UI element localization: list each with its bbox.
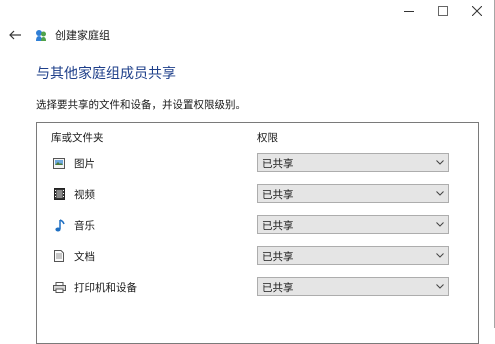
printer-icon [52,280,66,294]
navigation-bar: 创建家庭组 [6,26,110,44]
chevron-down-icon [436,253,444,258]
permission-value-documents: 已共享 [262,251,294,263]
page-heading: 与其他家庭组成员共享 [36,66,176,82]
chevron-down-icon [436,222,444,227]
back-arrow-icon [9,30,21,40]
close-icon [472,6,482,16]
permission-value-pictures: 已共享 [262,158,294,170]
share-row-videos: 视频 已共享 [37,184,478,204]
close-button[interactable] [460,0,494,22]
window-title: 创建家庭组 [55,29,110,42]
caption-buttons [392,0,494,22]
row-label-videos: 视频 [74,189,95,201]
column-header-permission: 权限 [257,132,278,144]
chevron-down-icon [436,284,444,289]
row-label-music: 音乐 [74,220,95,232]
share-row-printers: 打印机和设备 已共享 [37,277,478,297]
maximize-button[interactable] [426,0,460,22]
back-button[interactable] [6,26,24,44]
videos-icon [52,187,66,201]
homegroup-window: 创建家庭组 与其他家庭组成员共享 选择要共享的文件和设备，并设置权限级别。 库或… [0,0,495,344]
minimize-icon [404,11,414,12]
row-label-pictures: 图片 [74,158,95,170]
chevron-down-icon [436,191,444,196]
share-settings-panel: 库或文件夹 权限 图片 已共享 视频 已共享 音乐 已共享 文档 已共享 打印机… [36,122,479,344]
share-row-documents: 文档 已共享 [37,246,478,266]
pictures-icon [52,156,66,170]
permission-select-videos[interactable]: 已共享 [257,184,449,203]
permission-value-printers: 已共享 [262,282,294,294]
row-label-printers: 打印机和设备 [74,282,137,294]
minimize-button[interactable] [392,0,426,22]
permission-select-music[interactable]: 已共享 [257,215,449,234]
permission-select-printers[interactable]: 已共享 [257,277,449,296]
permission-value-music: 已共享 [262,220,294,232]
maximize-icon [438,6,448,16]
permission-value-videos: 已共享 [262,189,294,201]
homegroup-icon [36,30,46,41]
share-row-pictures: 图片 已共享 [37,153,478,173]
instruction-text: 选择要共享的文件和设备，并设置权限级别。 [36,99,246,111]
music-icon [52,218,66,232]
chevron-down-icon [436,160,444,165]
permission-select-pictures[interactable]: 已共享 [257,153,449,172]
permission-select-documents[interactable]: 已共享 [257,246,449,265]
row-label-documents: 文档 [74,251,95,263]
documents-icon [52,249,66,263]
column-header-library: 库或文件夹 [51,132,104,144]
share-row-music: 音乐 已共享 [37,215,478,235]
